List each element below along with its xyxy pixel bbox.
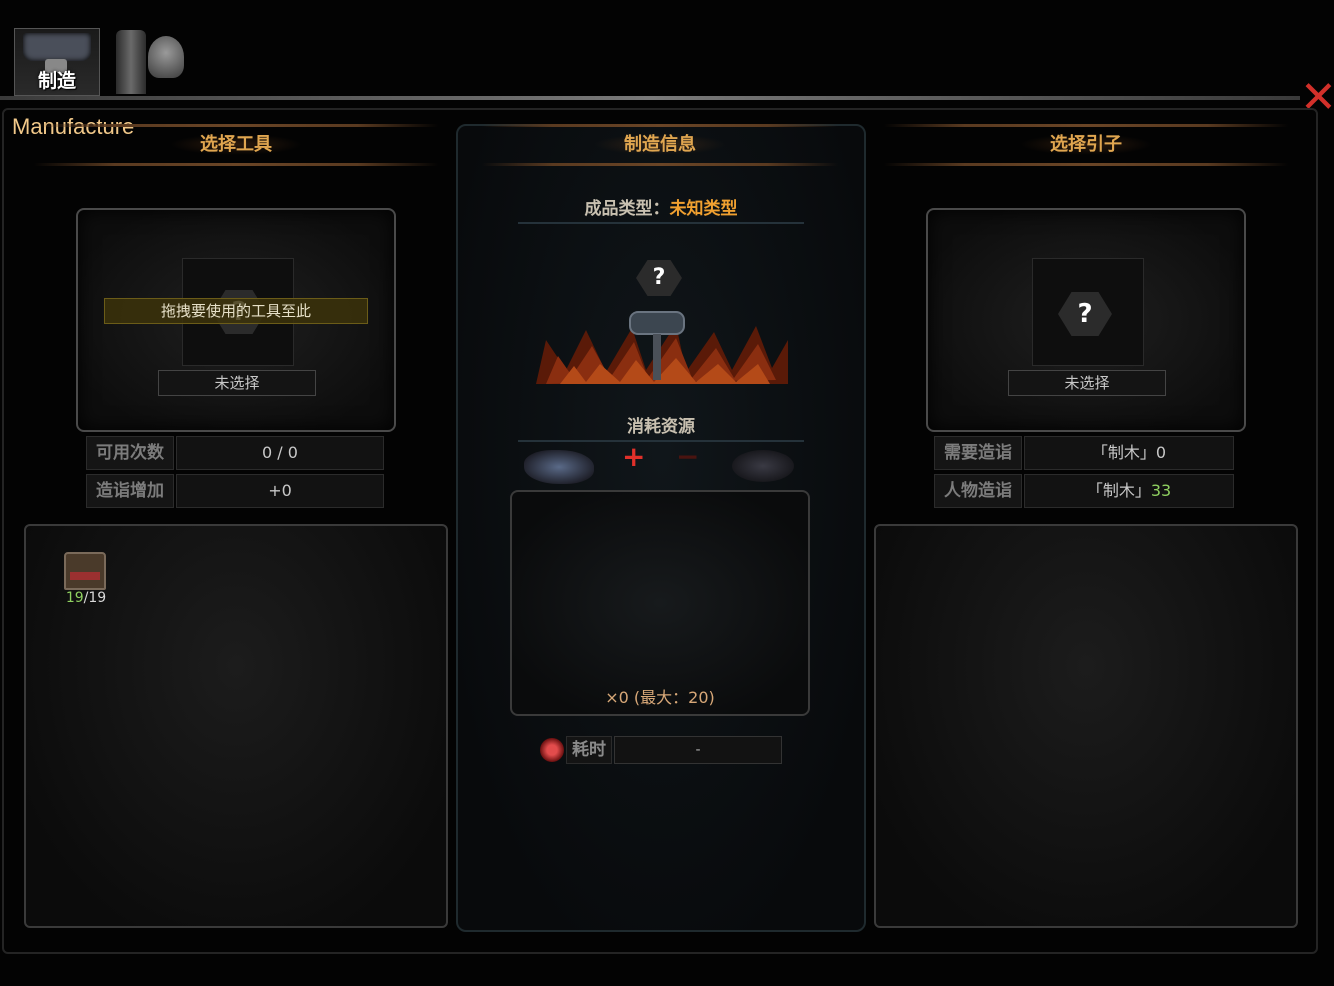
catalyst-not-selected: 未选择 [1008,370,1166,396]
time-icon [540,738,564,762]
tool-not-selected: 未选择 [158,370,316,396]
resource-strip: + − [522,440,798,486]
anvil-icon [23,33,91,61]
forge-hammer-icon [629,311,685,380]
uses-value: 0 / 0 [176,436,384,470]
add-resource-icon[interactable]: + [622,440,645,473]
remove-resource-icon[interactable]: − [676,440,699,473]
item-count: 19/19 [65,590,107,606]
catalyst-slot[interactable]: ? 未选择 [926,208,1246,432]
consume-resources-title: 消耗资源 [518,412,804,442]
resource-silhouette-icon [732,450,794,482]
manufacture-info-header: 制造信息 [482,124,838,166]
tab-manufacture-label: 制造 [37,70,76,92]
product-type: 成品类型：未知类型 [518,194,804,224]
required-skill-value: 「制木」0 [1024,436,1234,470]
inventory-item[interactable]: 19/19 [56,544,116,608]
select-tool-header: 选择工具 [34,124,438,166]
resource-quantity: ×0 (最大：20) [605,688,715,707]
select-catalyst-header: 选择引子 [884,124,1288,166]
skill-bonus-value: +0 [176,474,384,508]
helmet-icon [148,36,184,78]
character-skill-value: 「制木」33 [1024,474,1234,508]
pillar-icon [116,30,146,94]
time-label: 耗时 [566,736,612,764]
required-skill-label: 需要造诣 [934,436,1022,470]
uses-label: 可用次数 [86,436,174,470]
tab-manufacture[interactable]: 制造 [14,28,100,96]
time-value: - [614,736,782,764]
tab-equipment[interactable] [110,28,188,96]
resource-slot[interactable]: ×0 (最大：20) [510,490,810,716]
chest-icon [64,552,106,590]
catalyst-inventory-panel [874,524,1298,928]
ore-icon [524,450,594,484]
character-skill-label: 人物造诣 [934,474,1022,508]
tab-divider [0,96,1300,100]
skill-bonus-label: 造诣增加 [86,474,174,508]
drag-tool-tip: 拖拽要使用的工具至此 [104,298,368,324]
